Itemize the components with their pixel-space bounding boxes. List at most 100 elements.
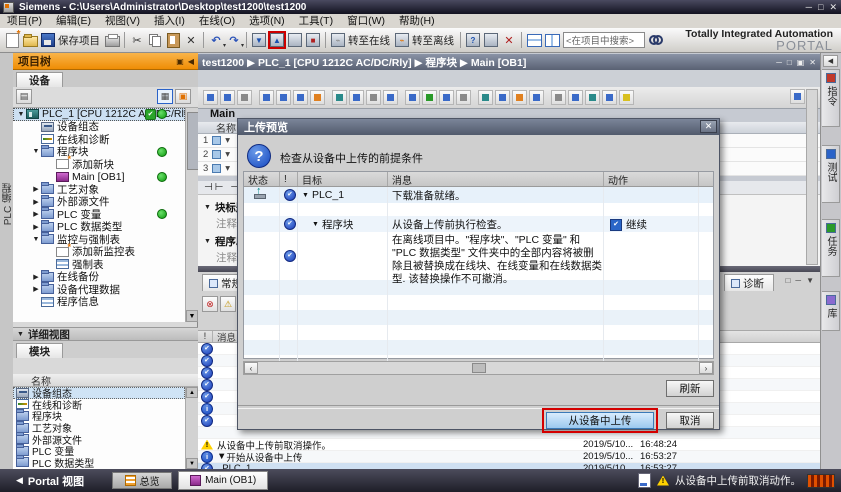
continue-checkbox[interactable]: ✔ (610, 219, 622, 231)
device-filter-icon[interactable]: ▤ (16, 89, 32, 104)
dialog-horizontal-scrollbar[interactable]: ‹ › (243, 361, 714, 375)
redo-icon[interactable]: ↷▾ (226, 32, 242, 48)
menu-item[interactable]: 选项(N) (242, 14, 292, 28)
scroll-up-icon[interactable]: ▲ (186, 387, 198, 398)
float-icon[interactable]: □ (786, 276, 791, 285)
collapse-panel-icon[interactable]: ◀ (188, 57, 194, 66)
right-strip-tab-3[interactable]: 任务 (822, 219, 840, 277)
expander-icon[interactable]: ▶ (31, 185, 41, 193)
editor-toolbar-icon[interactable] (237, 90, 252, 105)
project-search-input[interactable] (563, 32, 645, 48)
editor-toolbar-icon[interactable] (495, 90, 510, 105)
expand-icon[interactable]: ▼ (806, 276, 814, 285)
right-strip-tab-4[interactable]: 库 (822, 291, 840, 331)
editor-toolbar-icon[interactable] (203, 90, 218, 105)
online-diagnostics-icon[interactable]: ? (465, 32, 481, 48)
save-project-icon[interactable] (40, 32, 56, 48)
search-go-icon[interactable] (648, 32, 664, 48)
tree-item[interactable]: ▶设备代理数据 (13, 283, 185, 296)
tree-item[interactable]: Main [OB1] (13, 171, 185, 184)
tab-devices[interactable]: 设备 (16, 72, 63, 88)
upload-from-device-button[interactable]: 从设备中上传 (546, 412, 654, 429)
editor-window-control-icon[interactable]: ─ (776, 58, 782, 67)
go-online-icon[interactable]: ⌁ (330, 32, 346, 48)
save-project-label[interactable]: 保存项目 (58, 33, 100, 48)
cut-icon[interactable]: ✂ (129, 32, 145, 48)
filter-errors-icon[interactable]: ⊗ (202, 296, 218, 312)
cancel-button[interactable]: 取消 (666, 412, 714, 429)
open-project-icon[interactable] (22, 32, 38, 48)
column-view-icon[interactable]: ▦ (157, 89, 173, 104)
window-control-icon[interactable]: ─ (806, 2, 812, 13)
expander-icon[interactable]: ▼ (302, 192, 309, 199)
pin-icon[interactable]: ▣ (176, 57, 184, 66)
upload-from-device-icon[interactable]: ▲ (269, 32, 285, 48)
tree-item[interactable]: 在线和诊断 (13, 133, 185, 146)
undo-icon[interactable]: ↶▾ (208, 32, 224, 48)
editor-toolbar-icon[interactable] (512, 90, 527, 105)
editor-toolbar-icon[interactable] (220, 90, 235, 105)
editor-toolbar-icon[interactable] (529, 90, 544, 105)
project-tree-scrollbar[interactable]: ▼ (185, 108, 198, 322)
menu-item[interactable]: 项目(P) (0, 14, 49, 28)
menu-item[interactable]: 工具(T) (292, 14, 340, 28)
tree-item[interactable]: 强制表 (13, 258, 185, 271)
filter-warnings-icon[interactable]: ⚠ (220, 296, 236, 312)
minimize-icon[interactable]: ─ (795, 276, 801, 285)
editor-toolbar-icon[interactable] (568, 90, 583, 105)
editor-window-control-icon[interactable]: ✕ (809, 58, 816, 67)
editor-toolbar-icon[interactable] (259, 90, 274, 105)
editor-toolbar-icon[interactable] (602, 90, 617, 105)
scroll-down-icon[interactable]: ▼ (186, 310, 198, 322)
editor-toolbar-icon[interactable] (585, 90, 600, 105)
tab-diagnostics[interactable]: 诊断 (724, 274, 774, 291)
menu-item[interactable]: 编辑(E) (49, 14, 98, 28)
detail-view-item[interactable]: PLC 数据类型 (13, 457, 185, 469)
go-offline-label[interactable]: 转至离线 (412, 33, 454, 48)
editor-window-control-icon[interactable]: ▣ (797, 58, 805, 67)
delete-icon[interactable]: ✕ (183, 32, 199, 48)
tree-item[interactable]: ▼PLC_1 [CPU 1212C AC/DC/Rly]✔ (13, 108, 185, 121)
editor-toolbar-icon[interactable] (332, 90, 347, 105)
log-row[interactable]: i▼ 开始从设备中上传2019/5/10...16:53:27 (198, 451, 820, 463)
tree-item[interactable]: 添加新块 (13, 158, 185, 171)
tree-item[interactable]: 程序信息 (13, 296, 185, 309)
editor-toolbar-icon[interactable] (293, 90, 308, 105)
table-row[interactable]: ✔ ▼程序块 从设备上传前执行检查。 ✔继续 (244, 216, 713, 232)
expander-icon[interactable]: ▶ (31, 285, 41, 293)
expand-panel-icon[interactable]: ◀ (823, 55, 838, 67)
tab-modules[interactable]: 模块 (16, 343, 63, 359)
block-comment[interactable]: 注释 (216, 216, 237, 231)
open-editor-icon[interactable]: ▣ (175, 89, 191, 104)
download-to-device-icon[interactable]: ▼ (251, 32, 267, 48)
right-strip-tab-1[interactable]: 指令 (822, 69, 840, 127)
copy-icon[interactable] (147, 32, 163, 48)
dialog-title-bar[interactable]: 上传预览 (238, 119, 719, 135)
window-control-icon[interactable]: ✕ (829, 2, 837, 13)
editor-toolbar-icon[interactable] (366, 90, 381, 105)
expander-icon[interactable]: ▶ (31, 273, 41, 281)
expander-icon[interactable]: ▼ (16, 111, 26, 118)
new-project-icon[interactable] (4, 32, 20, 48)
window-control-icon[interactable]: □ (818, 2, 823, 13)
menu-item[interactable]: 帮助(H) (392, 14, 442, 28)
print-icon[interactable] (104, 32, 120, 48)
overview-button[interactable]: 总览 (112, 472, 172, 489)
menu-item[interactable]: 在线(O) (192, 14, 242, 28)
go-offline-icon[interactable]: ⌁ (394, 32, 410, 48)
editor-toolbar-icon[interactable] (439, 90, 454, 105)
menu-item[interactable]: 视图(V) (98, 14, 147, 28)
expander-icon[interactable]: ▼ (31, 148, 41, 155)
detail-view-scrollbar[interactable]: ▲ ▼ (185, 387, 198, 469)
right-strip-tab-2[interactable]: 测试 (822, 145, 840, 203)
network-comment[interactable]: 注释 (216, 250, 237, 265)
editor-toolbar-icon[interactable] (478, 90, 493, 105)
table-row[interactable]: ✔ ▼PLC_1 下载准备就绪。 (244, 187, 713, 203)
breadcrumb-path[interactable]: test1200 ▶ PLC_1 [CPU 1212C AC/DC/Rly] ▶… (202, 55, 526, 70)
editor-toolbar-icon[interactable] (276, 90, 291, 105)
dialog-close-button[interactable]: ✕ (700, 120, 717, 133)
scroll-right-icon[interactable]: › (699, 362, 713, 374)
editor-toolbar-icon[interactable] (383, 90, 398, 105)
editor-toolbar-icon[interactable] (349, 90, 364, 105)
editor-vertical-scrollbar[interactable] (806, 89, 818, 265)
